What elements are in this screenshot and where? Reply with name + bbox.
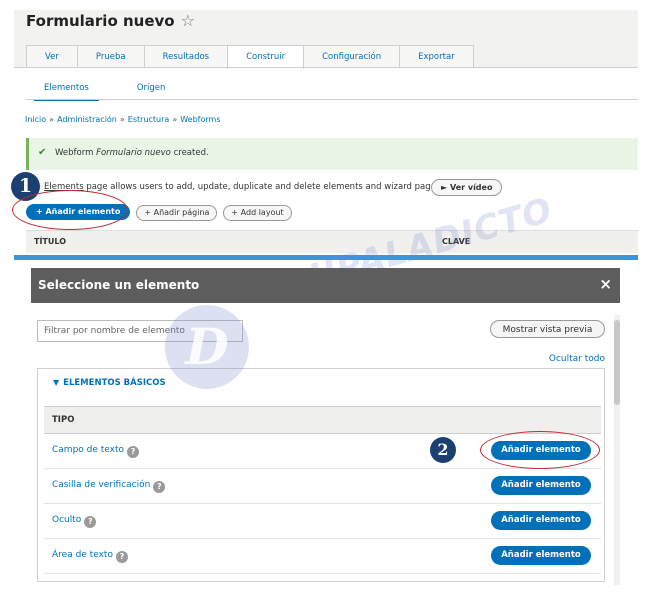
group-label: ELEMENTOS BÁSICOS <box>63 378 166 388</box>
elements-info: Elements page allows users to add, updat… <box>44 182 443 192</box>
table-row: Oculto? Añadir elemento <box>44 504 601 539</box>
status-suffix: created. <box>173 148 209 158</box>
element-label-checkbox: Casilla de verificación? <box>52 480 166 493</box>
element-label-textarea: Área de texto? <box>52 550 128 563</box>
basic-elements-group: ▼ ELEMENTOS BÁSICOS TIPO Campo de texto? … <box>37 368 605 582</box>
add-layout-button[interactable]: + Add layout <box>223 205 292 221</box>
breadcrumb-separator: » <box>172 115 178 124</box>
check-icon: ✔ <box>38 147 47 158</box>
tab-configuracion[interactable]: Configuración <box>303 45 401 68</box>
page-title: Formulario nuevo ☆ <box>26 11 195 30</box>
step-marker-2: 2 <box>430 437 456 463</box>
add-element-button[interactable]: Añadir elemento <box>491 476 591 495</box>
element-label-hidden: Oculto? <box>52 515 97 528</box>
group-toggle[interactable]: ▼ ELEMENTOS BÁSICOS <box>53 378 166 388</box>
watch-video-button[interactable]: ► Ver vídeo <box>431 179 503 196</box>
tab-construir[interactable]: Construir <box>227 45 305 69</box>
triangle-down-icon: ▼ <box>53 378 60 387</box>
help-icon[interactable]: ? <box>127 446 140 458</box>
scrollbar-thumb[interactable] <box>614 320 620 405</box>
tab-resultados[interactable]: Resultados <box>143 45 229 68</box>
status-message: ✔ Webform Formulario nuevo created. <box>26 138 638 170</box>
status-prefix: Webform <box>55 148 94 158</box>
dialog-title: Seleccione un elemento <box>38 278 200 292</box>
add-page-button[interactable]: + Añadir página <box>136 205 218 221</box>
show-preview-button[interactable]: Mostrar vista previa <box>490 320 605 338</box>
type-column-header: TIPO <box>44 406 601 434</box>
help-icon[interactable]: ? <box>84 516 97 528</box>
breadcrumb: Inicio» Administración» Estructura» Webform… <box>25 115 220 124</box>
status-form-name: Formulario nuevo <box>96 148 171 158</box>
table-row: Área de texto? Añadir elemento <box>44 539 601 574</box>
breadcrumb-administracion[interactable]: Administración <box>57 115 117 124</box>
highlight-ring-1 <box>12 190 128 230</box>
add-element-button[interactable]: Añadir elemento <box>491 511 591 530</box>
add-element-button[interactable]: Añadir elemento <box>491 546 591 565</box>
dialog-scrollbar[interactable] <box>614 315 620 585</box>
table-row: Casilla de verificación? Añadir elemento <box>44 469 601 504</box>
highlight-ring-2 <box>480 431 600 469</box>
breadcrumb-separator: » <box>119 115 125 124</box>
elements-info-text: page allows users to add, update, duplic… <box>86 182 444 192</box>
tab-ver[interactable]: Ver <box>26 45 78 68</box>
select-element-dialog: Seleccione un elemento × Mostrar vista p… <box>31 268 620 590</box>
element-name[interactable]: Casilla de verificación <box>52 480 150 490</box>
status-text: Webform Formulario nuevo created. <box>55 148 209 158</box>
type-header-label: TIPO <box>52 415 75 425</box>
subtabs-divider <box>26 99 638 100</box>
primary-tabs: Ver Prueba Resultados Construir Configur… <box>26 45 474 69</box>
watermark-logo: D <box>165 305 249 389</box>
element-name[interactable]: Oculto <box>52 515 81 525</box>
hide-all-link[interactable]: Ocultar todo <box>549 354 605 364</box>
help-icon[interactable]: ? <box>153 481 166 493</box>
elements-table-header: TÍTULO CLAVE <box>26 230 638 253</box>
page-title-text: Formulario nuevo <box>26 12 175 30</box>
star-icon[interactable]: ☆ <box>181 11 195 30</box>
breadcrumb-estructura[interactable]: Estructura <box>128 115 170 124</box>
column-title: TÍTULO <box>34 237 66 246</box>
element-name[interactable]: Área de texto <box>52 550 113 560</box>
tab-prueba[interactable]: Prueba <box>76 45 145 68</box>
breadcrumb-inicio[interactable]: Inicio <box>25 115 46 124</box>
close-icon[interactable]: × <box>599 275 612 293</box>
breadcrumb-separator: » <box>49 115 55 124</box>
breadcrumb-webforms[interactable]: Webforms <box>180 115 220 124</box>
element-label-text-field: Campo de texto? <box>52 445 140 458</box>
dialog-header: Seleccione un elemento × <box>31 268 620 303</box>
help-icon[interactable]: ? <box>115 551 128 563</box>
tabs-divider <box>14 67 638 68</box>
element-name[interactable]: Campo de texto <box>52 445 124 455</box>
tab-exportar[interactable]: Exportar <box>399 45 474 68</box>
